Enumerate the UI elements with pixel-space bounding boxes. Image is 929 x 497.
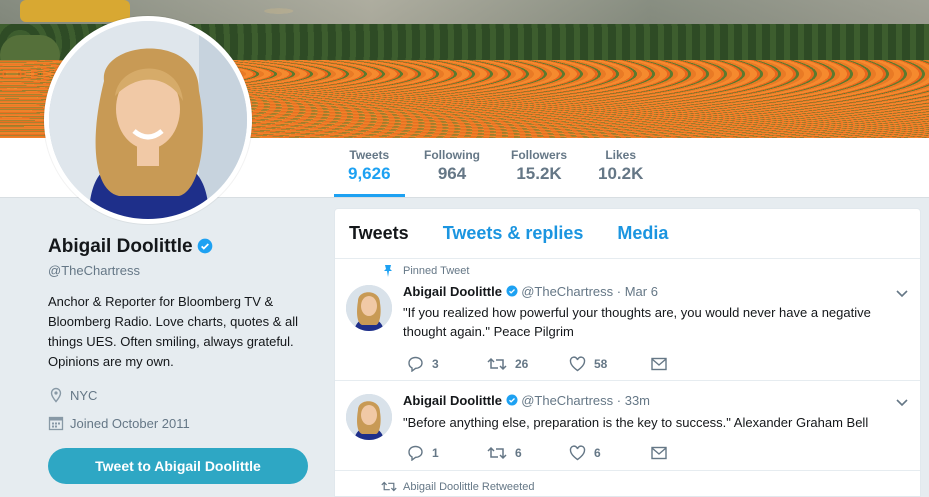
reply-icon (408, 445, 423, 461)
tweet-actions: 1 6 6 (407, 445, 675, 461)
profile-joined: Joined October 2011 (48, 415, 190, 431)
location-pin-icon (50, 387, 62, 403)
tweet-header: Abigail Doolittle @TheChartress · 33m (403, 393, 650, 408)
retweet-action[interactable]: 6 (487, 445, 569, 461)
avatar-photo (49, 21, 247, 219)
retweet-icon (381, 481, 397, 492)
profile-bio: Anchor & Reporter for Bloomberg TV & Blo… (48, 294, 299, 369)
reply-icon (408, 356, 423, 372)
tweet-avatar[interactable] (346, 285, 392, 331)
tweet-item[interactable]: Abigail Doolittle Retweeted (335, 471, 920, 496)
stat-label: Likes (605, 148, 637, 162)
heart-icon (569, 445, 586, 461)
timeline: Tweets Tweets & replies Media Pinned Twe… (334, 208, 921, 497)
pinned-label: Pinned Tweet (403, 265, 470, 277)
location-text: NYC (70, 387, 98, 403)
tweet-header: Abigail Doolittle @TheChartress · Mar 6 (403, 284, 658, 299)
reply-count: 3 (432, 357, 439, 371)
heart-icon (569, 356, 586, 372)
tweet-author-handle[interactable]: @TheChartress (521, 393, 613, 408)
tweet-text: "If you realized how powerful your thoug… (403, 305, 871, 339)
tab-tweets-and-replies[interactable]: Tweets & replies (443, 223, 584, 244)
tweet-author-handle[interactable]: @TheChartress (521, 284, 613, 299)
tab-media[interactable]: Media (617, 223, 668, 244)
profile-handle[interactable]: @TheChartress (48, 263, 140, 278)
message-action[interactable] (651, 446, 675, 460)
retweet-icon (487, 357, 507, 371)
profile-name-text: Abigail Doolittle (48, 236, 193, 257)
like-count: 6 (594, 446, 601, 460)
banner-taxi (20, 0, 130, 22)
chevron-down-icon[interactable] (896, 398, 908, 408)
tweet-timestamp[interactable]: · 33m (617, 393, 650, 408)
envelope-icon (651, 446, 667, 460)
profile-name[interactable]: Abigail Doolittle (48, 236, 213, 258)
retweet-count: 6 (515, 446, 522, 460)
verified-icon (197, 238, 212, 254)
stat-value: 964 (437, 164, 467, 183)
tweet-to-button[interactable]: Tweet to Abigail Doolittle (48, 448, 308, 484)
tweet-timestamp[interactable]: · Mar 6 (617, 284, 658, 299)
stat-following[interactable]: Following 964 (424, 148, 480, 184)
pin-icon (384, 265, 392, 277)
joined-text: Joined October 2011 (70, 415, 190, 431)
stat-likes[interactable]: Likes 10.2K (598, 148, 643, 184)
profile-avatar[interactable] (44, 16, 252, 224)
tweet-author-name[interactable]: Abigail Doolittle (403, 393, 502, 408)
like-action[interactable]: 58 (569, 356, 651, 372)
tweet-item[interactable]: Pinned Tweet Abigail Doolittle @TheChart… (335, 259, 920, 381)
stat-label: Followers (511, 148, 568, 162)
profile-location: NYC (48, 387, 97, 403)
retweet-count: 26 (515, 357, 529, 371)
stat-value: 10.2K (598, 164, 644, 183)
verified-icon (506, 285, 518, 297)
tweet-avatar[interactable] (346, 394, 392, 440)
reply-action[interactable]: 3 (407, 356, 487, 372)
stat-value: 15.2K (516, 164, 562, 183)
tweet-item[interactable]: Abigail Doolittle @TheChartress · 33m "B… (335, 381, 920, 471)
reply-count: 1 (432, 446, 439, 460)
retweet-icon (487, 446, 507, 460)
verified-icon (506, 394, 518, 406)
tweet-actions: 3 26 58 (407, 356, 675, 372)
stat-value: 9,626 (348, 164, 391, 183)
tab-tweets[interactable]: Tweets (349, 223, 409, 244)
reply-action[interactable]: 1 (407, 445, 487, 461)
stat-followers[interactable]: Followers 15.2K (511, 148, 567, 184)
stat-tweets[interactable]: Tweets 9,626 (334, 148, 404, 197)
retweet-action[interactable]: 26 (487, 356, 569, 372)
retweeted-label[interactable]: Abigail Doolittle Retweeted (403, 481, 534, 493)
stat-label: Tweets (349, 148, 390, 162)
envelope-icon (651, 357, 667, 371)
tweet-author-name[interactable]: Abigail Doolittle (403, 284, 502, 299)
chevron-down-icon[interactable] (896, 289, 908, 299)
message-action[interactable] (651, 357, 675, 371)
like-action[interactable]: 6 (569, 445, 651, 461)
stat-label: Following (424, 148, 480, 162)
calendar-icon (48, 416, 64, 431)
tweet-text: "Before anything else, preparation is th… (403, 415, 869, 430)
timeline-tabs: Tweets Tweets & replies Media (335, 209, 920, 259)
like-count: 58 (594, 357, 608, 371)
